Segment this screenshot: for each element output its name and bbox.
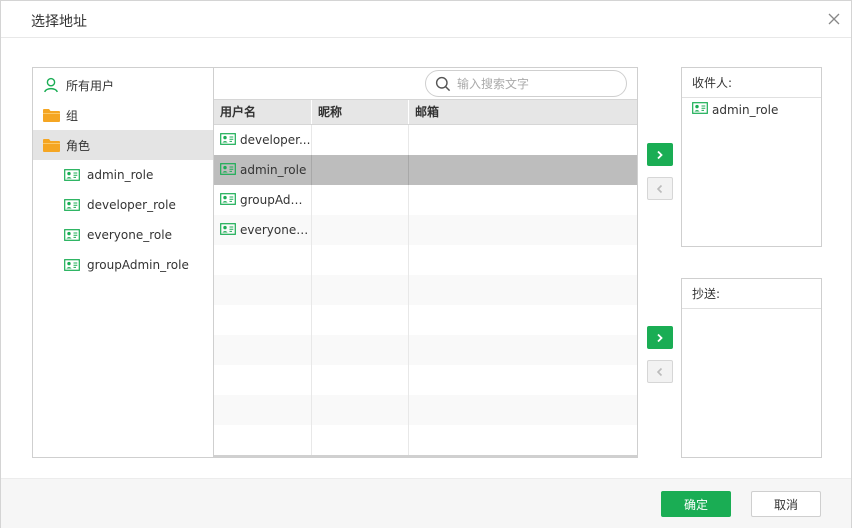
tree-item-label: everyone_role bbox=[87, 228, 172, 242]
role-card-icon bbox=[220, 162, 236, 178]
row-username: admin_role bbox=[240, 163, 307, 177]
tree-item-label: admin_role bbox=[87, 168, 154, 182]
remove-from-recipients-button[interactable] bbox=[647, 177, 673, 200]
tree-item-groupadmin-role[interactable]: groupAdmin_role bbox=[33, 250, 214, 280]
role-card-icon bbox=[63, 197, 81, 213]
row-username: groupAdm... bbox=[240, 193, 311, 207]
folder-icon bbox=[42, 137, 60, 153]
empty-row bbox=[214, 305, 637, 335]
remove-from-cc-button[interactable] bbox=[647, 360, 673, 383]
recipient-item[interactable]: admin_role bbox=[692, 102, 778, 117]
tree-item-developer-role[interactable]: developer_role bbox=[33, 190, 214, 220]
chevron-left-icon bbox=[656, 184, 663, 193]
recipient-label: admin_role bbox=[712, 102, 779, 117]
search-input[interactable] bbox=[457, 76, 617, 91]
row-email bbox=[409, 155, 637, 185]
role-card-icon bbox=[63, 257, 81, 273]
column-header-email[interactable]: 邮箱 bbox=[409, 100, 637, 124]
row-nickname bbox=[312, 155, 409, 185]
table-row[interactable]: groupAdm... bbox=[214, 185, 637, 215]
table-row[interactable]: everyone_... bbox=[214, 215, 637, 245]
role-card-icon bbox=[220, 222, 236, 238]
search-box[interactable] bbox=[425, 70, 627, 97]
horizontal-scrollbar[interactable] bbox=[214, 455, 637, 457]
row-username: developer... bbox=[240, 133, 311, 147]
tree-item-label: 所有用户 bbox=[66, 78, 115, 93]
search-icon bbox=[435, 76, 451, 91]
chevron-right-icon bbox=[657, 150, 663, 159]
user-icon bbox=[42, 77, 60, 93]
select-address-dialog: 选择地址 所有用户 组 角色 admin_role developer_role… bbox=[0, 0, 852, 528]
tree-item-everyone-role[interactable]: everyone_role bbox=[33, 220, 214, 250]
tree-item-label: 组 bbox=[66, 108, 79, 123]
role-card-icon bbox=[63, 167, 81, 183]
tree-item-label: developer_role bbox=[87, 198, 176, 212]
recipients-panel: 收件人: admin_role bbox=[681, 67, 822, 247]
empty-row bbox=[214, 395, 637, 425]
empty-row bbox=[214, 365, 637, 395]
tree-item-roles[interactable]: 角色 bbox=[33, 130, 214, 160]
table-row[interactable]: developer... bbox=[214, 125, 637, 155]
tree-item-label: 角色 bbox=[66, 138, 91, 153]
cancel-button[interactable]: 取消 bbox=[751, 491, 821, 517]
tree-item-admin-role[interactable]: admin_role bbox=[33, 160, 214, 190]
role-card-icon bbox=[63, 227, 81, 243]
row-nickname bbox=[312, 215, 409, 245]
column-header-nickname[interactable]: 昵称 bbox=[312, 100, 409, 124]
row-nickname bbox=[312, 185, 409, 215]
row-email bbox=[409, 125, 637, 155]
empty-row bbox=[214, 245, 637, 275]
chevron-right-icon bbox=[657, 333, 663, 342]
confirm-button[interactable]: 确定 bbox=[661, 491, 731, 517]
folder-icon bbox=[42, 107, 60, 123]
chevron-left-icon bbox=[656, 367, 663, 376]
cc-title: 抄送: bbox=[682, 279, 821, 309]
tree-item-all-users[interactable]: 所有用户 bbox=[33, 70, 214, 100]
empty-row bbox=[214, 335, 637, 365]
role-card-icon bbox=[692, 102, 708, 117]
grid-toolbar bbox=[214, 68, 637, 99]
cc-panel: 抄送: bbox=[681, 278, 822, 458]
grid-header: 用户名 昵称 邮箱 bbox=[214, 99, 637, 125]
row-email bbox=[409, 185, 637, 215]
table-row[interactable]: admin_role bbox=[214, 155, 637, 185]
empty-row bbox=[214, 425, 637, 455]
dialog-header: 选择地址 bbox=[1, 1, 851, 38]
row-username: everyone_... bbox=[240, 223, 311, 237]
add-to-cc-button[interactable] bbox=[647, 326, 673, 349]
grid-body: developer... admin_role groupAdm... ever… bbox=[214, 125, 637, 455]
role-card-icon bbox=[220, 192, 236, 208]
row-nickname bbox=[312, 125, 409, 155]
add-to-recipients-button[interactable] bbox=[647, 143, 673, 166]
column-header-username[interactable]: 用户名 bbox=[214, 100, 312, 124]
close-icon[interactable] bbox=[827, 12, 841, 26]
dialog-footer: 确定 取消 bbox=[1, 478, 851, 528]
tree-panel: 所有用户 组 角色 admin_role developer_role ever… bbox=[32, 67, 214, 458]
dialog-title: 选择地址 bbox=[31, 14, 87, 30]
empty-row bbox=[214, 275, 637, 305]
user-grid-panel: 用户名 昵称 邮箱 developer... admin_role bbox=[213, 67, 638, 458]
row-email bbox=[409, 215, 637, 245]
recipients-title: 收件人: bbox=[682, 68, 821, 98]
role-card-icon bbox=[220, 132, 236, 148]
tree-item-groups[interactable]: 组 bbox=[33, 100, 214, 130]
tree-item-label: groupAdmin_role bbox=[87, 258, 189, 272]
